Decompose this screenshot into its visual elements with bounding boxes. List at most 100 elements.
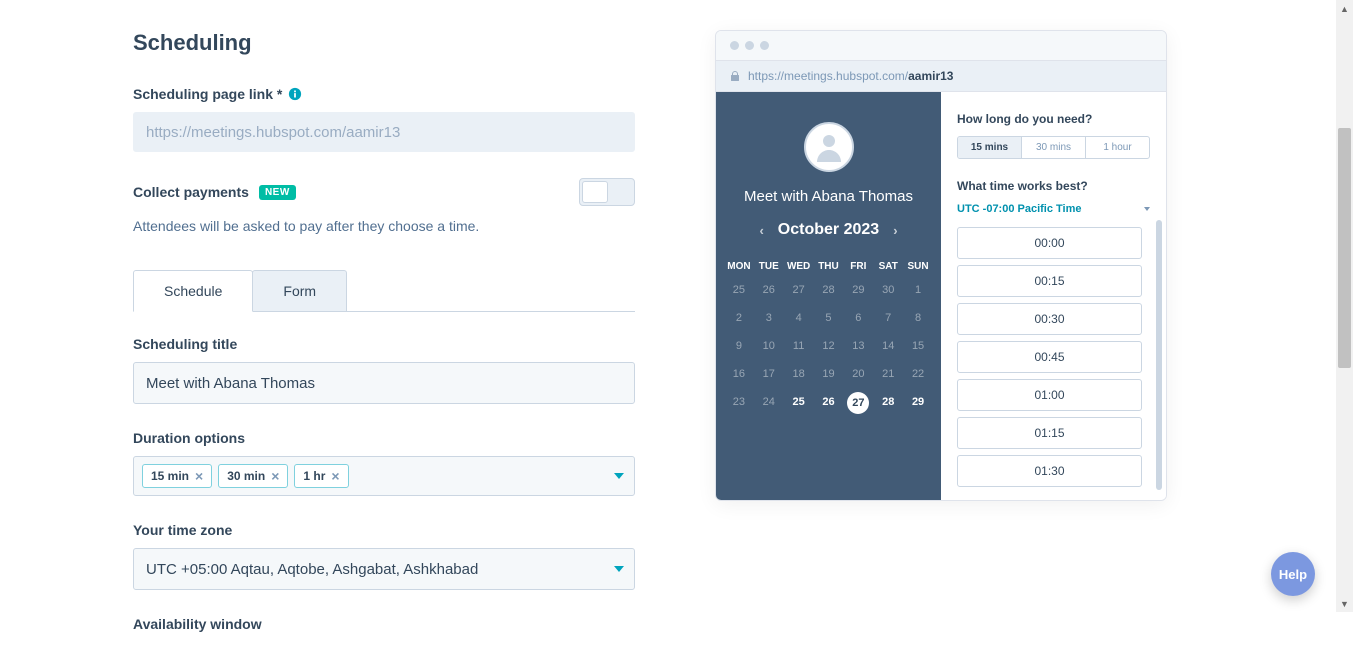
preview-duration-options: 15 mins 30 mins 1 hour — [957, 136, 1150, 159]
calendar-day[interactable]: 26 — [814, 388, 844, 418]
timezone-select[interactable]: UTC +05:00 Aqtau, Aqtobe, Ashgabat, Ashk… — [133, 548, 635, 590]
preview-meeting-title: Meet with Abana Thomas — [724, 188, 933, 205]
window-dot — [745, 41, 754, 50]
url-bar: https://meetings.hubspot.com/aamir13 — [716, 61, 1166, 92]
calendar-dow: FRI — [843, 257, 873, 276]
calendar-day: 7 — [873, 304, 903, 332]
collect-payments-toggle[interactable] — [579, 178, 635, 206]
calendar-day: 21 — [873, 360, 903, 388]
duration-options-label: Duration options — [133, 430, 635, 446]
calendar-day: 30 — [873, 276, 903, 304]
chevron-down-icon — [614, 473, 624, 479]
window-dot — [730, 41, 739, 50]
time-slot[interactable]: 01:30 — [957, 455, 1142, 487]
calendar-day: 29 — [843, 276, 873, 304]
time-slot[interactable]: 01:00 — [957, 379, 1142, 411]
tabs: Schedule Form — [133, 270, 635, 312]
prev-month-button[interactable]: ‹ — [759, 223, 763, 238]
preview-timezone-select[interactable]: UTC -07:00 Pacific Time — [957, 203, 1150, 215]
avatar — [804, 122, 854, 172]
calendar-day: 9 — [724, 332, 754, 360]
scheduling-title-label: Scheduling title — [133, 336, 635, 352]
calendar-day: 3 — [754, 304, 784, 332]
calendar-dow: MON — [724, 257, 754, 276]
page-scrollbar[interactable]: ▲ ▼ — [1336, 0, 1353, 612]
calendar-day: 12 — [814, 332, 844, 360]
lock-icon — [730, 71, 740, 81]
calendar-day[interactable]: 27 — [843, 388, 873, 418]
calendar-day[interactable]: 29 — [903, 388, 933, 418]
scroll-thumb[interactable] — [1338, 128, 1351, 368]
duration-chip[interactable]: 15 min× — [142, 464, 212, 488]
month-label: October 2023 — [778, 221, 879, 239]
time-slot[interactable]: 01:15 — [957, 417, 1142, 449]
help-button[interactable]: Help — [1271, 552, 1315, 596]
calendar-day: 25 — [724, 276, 754, 304]
collect-payments-label: Collect payments — [133, 184, 249, 200]
calendar-day: 13 — [843, 332, 873, 360]
calendar-day: 28 — [814, 276, 844, 304]
time-slot[interactable]: 00:00 — [957, 227, 1142, 259]
scheduling-title-input[interactable] — [133, 362, 635, 404]
availability-window-label: Availability window — [133, 616, 635, 632]
time-slot[interactable]: 00:15 — [957, 265, 1142, 297]
calendar-dow: WED — [784, 257, 814, 276]
page-title: Scheduling — [133, 30, 635, 56]
next-month-button[interactable]: › — [893, 223, 897, 238]
chevron-down-icon — [614, 566, 624, 572]
preview-browser: https://meetings.hubspot.com/aamir13 Mee… — [715, 30, 1167, 501]
chip-remove-icon[interactable]: × — [195, 469, 203, 483]
info-icon[interactable] — [288, 87, 302, 101]
browser-chrome — [716, 31, 1166, 61]
time-slot[interactable]: 00:45 — [957, 341, 1142, 373]
how-long-label: How long do you need? — [957, 112, 1150, 126]
calendar-day: 10 — [754, 332, 784, 360]
page-link-input — [133, 112, 635, 152]
collect-payments-helper: Attendees will be asked to pay after the… — [133, 218, 635, 234]
time-slot[interactable]: 00:30 — [957, 303, 1142, 335]
calendar-day: 15 — [903, 332, 933, 360]
duration-chip[interactable]: 30 min× — [218, 464, 288, 488]
calendar-day: 20 — [843, 360, 873, 388]
tab-form[interactable]: Form — [252, 270, 347, 311]
duration-chip[interactable]: 1 hr× — [294, 464, 348, 488]
calendar-day: 26 — [754, 276, 784, 304]
tab-schedule[interactable]: Schedule — [133, 270, 253, 312]
chip-remove-icon[interactable]: × — [331, 469, 339, 483]
window-dot — [760, 41, 769, 50]
calendar-day: 23 — [724, 388, 754, 418]
calendar-day: 8 — [903, 304, 933, 332]
preview-duration-option[interactable]: 1 hour — [1086, 137, 1149, 158]
calendar-panel: Meet with Abana Thomas ‹ October 2023 › … — [716, 92, 941, 500]
calendar-day[interactable]: 28 — [873, 388, 903, 418]
what-time-label: What time works best? — [957, 179, 1150, 193]
calendar-day[interactable]: 25 — [784, 388, 814, 418]
calendar-day: 2 — [724, 304, 754, 332]
timezone-label: Your time zone — [133, 522, 635, 538]
chip-remove-icon[interactable]: × — [271, 469, 279, 483]
calendar-day: 17 — [754, 360, 784, 388]
calendar-day: 4 — [784, 304, 814, 332]
calendar-day: 16 — [724, 360, 754, 388]
calendar-day: 22 — [903, 360, 933, 388]
slots-scrollbar[interactable] — [1156, 220, 1162, 490]
page-link-label: Scheduling page link * — [133, 86, 282, 102]
scroll-up-icon[interactable]: ▲ — [1336, 0, 1353, 17]
calendar-dow: SAT — [873, 257, 903, 276]
preview-duration-option[interactable]: 30 mins — [1022, 137, 1086, 158]
calendar-dow: THU — [814, 257, 844, 276]
toggle-knob — [582, 181, 608, 203]
new-badge: NEW — [259, 185, 296, 200]
chevron-down-icon — [1144, 207, 1150, 211]
calendar-day: 24 — [754, 388, 784, 418]
scroll-down-icon[interactable]: ▼ — [1336, 595, 1353, 612]
calendar-day: 1 — [903, 276, 933, 304]
time-panel: How long do you need? 15 mins 30 mins 1 … — [941, 92, 1166, 500]
calendar-day: 18 — [784, 360, 814, 388]
calendar-day: 27 — [784, 276, 814, 304]
calendar-dow: TUE — [754, 257, 784, 276]
calendar-day: 5 — [814, 304, 844, 332]
duration-options-select[interactable]: 15 min× 30 min× 1 hr× — [133, 456, 635, 496]
calendar-day: 14 — [873, 332, 903, 360]
preview-duration-option[interactable]: 15 mins — [958, 137, 1022, 158]
